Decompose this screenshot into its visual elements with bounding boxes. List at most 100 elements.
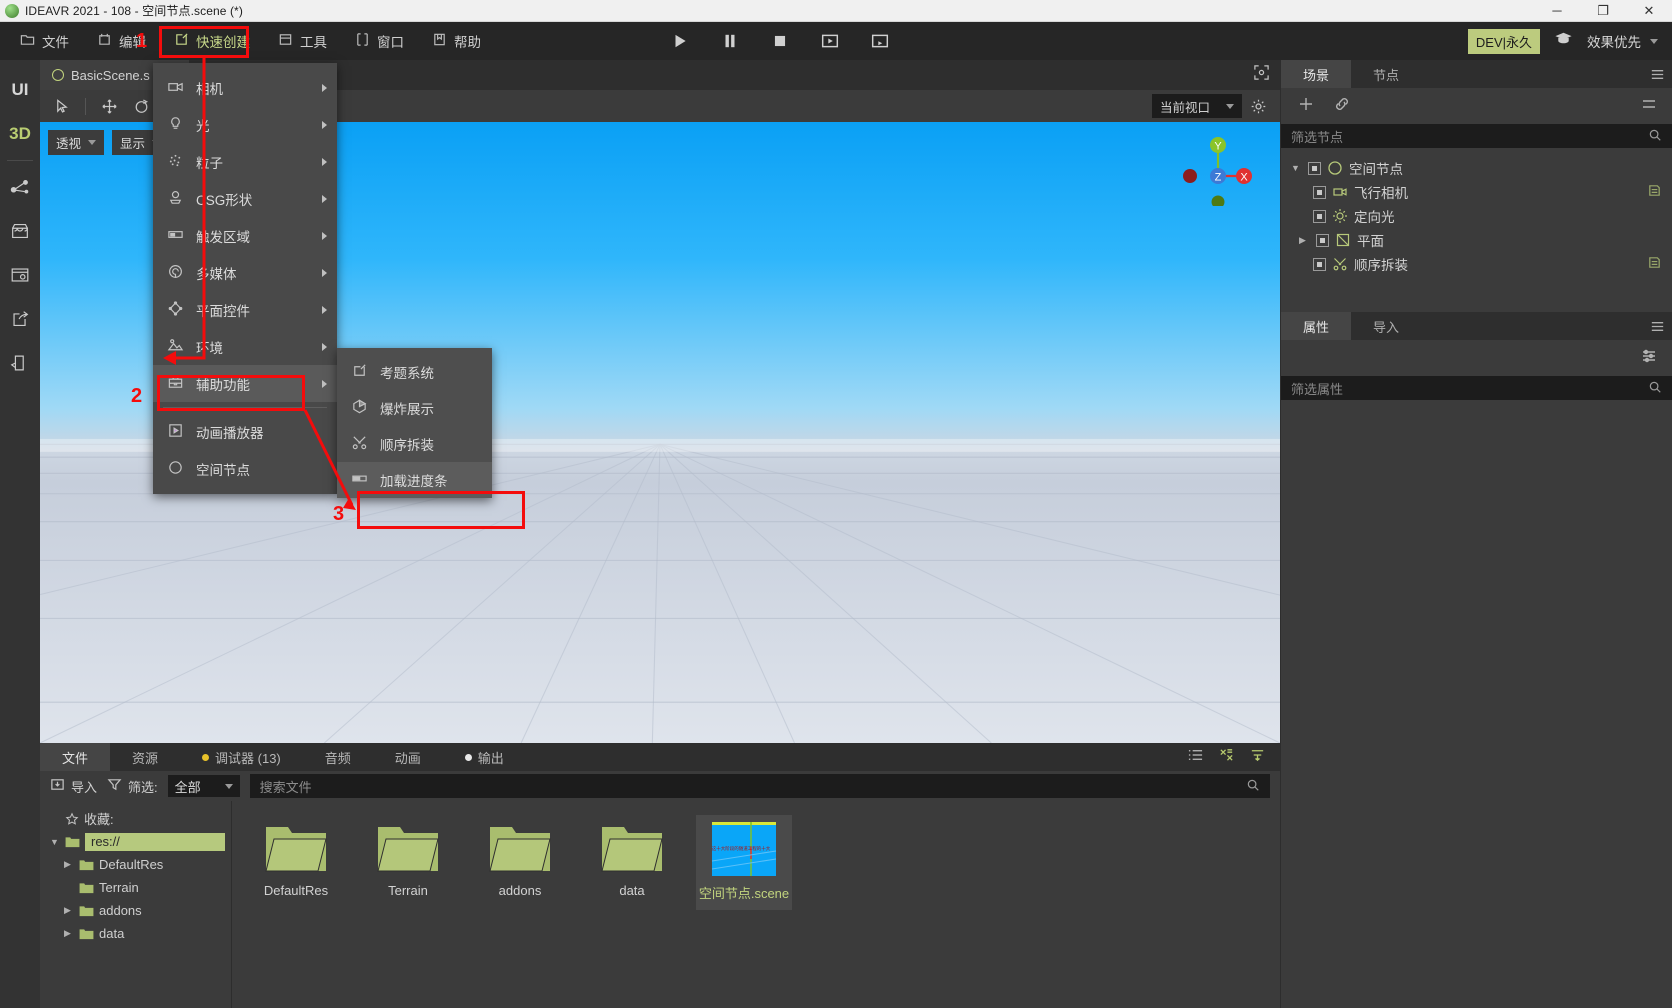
minimize-button[interactable]: ─	[1534, 0, 1580, 22]
grid-view-icon[interactable]	[1218, 747, 1235, 768]
sort-icon[interactable]	[1249, 747, 1266, 768]
panel-menu-button[interactable]	[1649, 60, 1672, 88]
rail-item-3d[interactable]: 3D	[0, 112, 40, 156]
play-custom-scene-icon[interactable]	[870, 31, 890, 51]
submenu-item-sequence-assembly[interactable]: 顺序拆装	[337, 426, 492, 462]
search-icon[interactable]	[1648, 380, 1662, 397]
dock-tab-output[interactable]: 输出	[443, 743, 526, 771]
menu-window[interactable]: 窗口	[341, 22, 418, 60]
node-row-sequence[interactable]: 顺序拆装	[1281, 252, 1672, 276]
menu-item-assist-function[interactable]: 辅助功能	[153, 365, 337, 402]
list-view-icon[interactable]	[1187, 747, 1204, 768]
tab-properties[interactable]: 属性	[1281, 312, 1352, 340]
menu-item-trigger-area[interactable]: 触发区域	[153, 217, 337, 254]
menu-quick-create[interactable]: 快速创建	[160, 22, 264, 60]
panel-overflow-icon[interactable]	[1640, 95, 1672, 118]
select-icon[interactable]	[48, 93, 76, 119]
dock-tab-debugger[interactable]: 调试器 (13)	[180, 743, 303, 771]
add-node-icon[interactable]	[1297, 95, 1315, 118]
chevron-right-icon[interactable]: ▶	[64, 859, 74, 870]
sliders-icon[interactable]	[1640, 347, 1672, 370]
menu-item-spatial-node[interactable]: 空间节点	[153, 450, 337, 487]
tab-import[interactable]: 导入	[1351, 312, 1421, 340]
menu-item-plane-widget[interactable]: 平面控件	[153, 291, 337, 328]
file-tree-item-data[interactable]: ▶ data	[40, 922, 231, 945]
play-icon[interactable]	[670, 31, 690, 51]
browser-settings-icon[interactable]	[0, 253, 40, 297]
node-row-light[interactable]: 定向光	[1281, 204, 1672, 228]
menu-help[interactable]: 帮助	[418, 22, 495, 60]
chevron-right-icon[interactable]: ▶	[64, 905, 74, 916]
rotate-icon[interactable]	[127, 93, 155, 119]
axis-gizmo[interactable]: Y X Z	[1178, 134, 1258, 206]
visibility-toggle[interactable]	[1313, 209, 1326, 223]
import-button[interactable]: 导入	[50, 777, 97, 796]
node-row-camera[interactable]: 飞行相机	[1281, 180, 1672, 204]
menu-item-animation-player[interactable]: 动画播放器	[153, 413, 337, 450]
play-scene-icon[interactable]	[820, 31, 840, 51]
menu-item-camera[interactable]: 相机	[153, 69, 337, 106]
panel-splitter[interactable]	[1281, 276, 1672, 312]
maximize-button[interactable]: ❐	[1580, 0, 1626, 22]
visibility-toggle[interactable]	[1316, 233, 1329, 247]
file-tree-item-res[interactable]: ▼ res://	[40, 830, 231, 853]
effect-priority-select[interactable]: 效果优先	[1587, 31, 1658, 51]
chevron-right-icon[interactable]: ▶	[1299, 235, 1310, 246]
store-icon[interactable]	[0, 209, 40, 253]
fullscreen-icon[interactable]	[1253, 64, 1270, 86]
visibility-toggle[interactable]	[1313, 257, 1326, 271]
menu-file[interactable]: 文件	[6, 22, 83, 60]
move-icon[interactable]	[95, 93, 123, 119]
search-icon[interactable]	[1246, 778, 1260, 795]
gear-icon[interactable]	[1244, 93, 1272, 119]
visibility-toggle[interactable]	[1308, 161, 1321, 175]
script-icon[interactable]	[1647, 255, 1672, 273]
search-icon[interactable]	[1648, 128, 1662, 145]
file-tree-item-defaultres[interactable]: ▶ DefaultRes	[40, 853, 231, 876]
dock-tab-resources[interactable]: 资源	[110, 743, 180, 771]
tab-node[interactable]: 节点	[1351, 60, 1421, 88]
dock-tab-animation[interactable]: 动画	[373, 743, 443, 771]
perspective-select[interactable]: 透视	[48, 130, 105, 155]
submenu-item-explode-view[interactable]: 爆炸展示	[337, 390, 492, 426]
menu-item-light[interactable]: 光	[153, 106, 337, 143]
file-item-data[interactable]: data	[584, 815, 680, 906]
file-search-input[interactable]: 搜索文件	[249, 774, 1270, 798]
menu-item-multimedia[interactable]: 多媒体	[153, 254, 337, 291]
share-export-icon[interactable]	[0, 297, 40, 341]
rail-item-ui[interactable]: UI	[0, 68, 40, 112]
file-item-defaultres[interactable]: DefaultRes	[248, 815, 344, 906]
file-item-scene[interactable]: 这十大阶段的隧道工程的十大 空间节点.scene	[696, 815, 792, 910]
close-button[interactable]: ✕	[1626, 0, 1672, 22]
node-filter-input[interactable]: 筛选节点	[1281, 124, 1672, 148]
menu-item-particle[interactable]: 粒子	[153, 143, 337, 180]
node-graph-icon[interactable]	[0, 165, 40, 209]
file-tree-item-terrain[interactable]: Terrain	[40, 876, 231, 899]
menu-item-csg-shape[interactable]: CSG形状	[153, 180, 337, 217]
file-tree-item-addons[interactable]: ▶ addons	[40, 899, 231, 922]
pause-icon[interactable]	[720, 31, 740, 51]
chevron-down-icon[interactable]: ▼	[1291, 163, 1302, 173]
dock-tab-files[interactable]: 文件	[40, 743, 111, 771]
node-row-spatial[interactable]: ▼ 空间节点	[1281, 156, 1672, 180]
file-item-terrain[interactable]: Terrain	[360, 815, 456, 906]
menu-item-environment[interactable]: 环境	[153, 328, 337, 365]
visibility-toggle[interactable]	[1313, 185, 1326, 199]
property-filter-input[interactable]: 筛选属性	[1281, 376, 1672, 400]
stop-icon[interactable]	[770, 31, 790, 51]
node-row-plane[interactable]: ▶ 平面	[1281, 228, 1672, 252]
link-icon[interactable]	[1333, 95, 1351, 118]
chevron-right-icon[interactable]: ▶	[64, 928, 74, 939]
dock-tab-audio[interactable]: 音频	[303, 743, 373, 771]
property-menu-button[interactable]	[1649, 312, 1672, 340]
viewport-select[interactable]: 当前视口	[1151, 94, 1242, 118]
submenu-item-exam-system[interactable]: 考题系统	[337, 354, 492, 390]
filter-select[interactable]: 全部	[167, 775, 240, 797]
chevron-down-icon[interactable]: ▼	[50, 837, 60, 847]
submenu-item-loading-progress-bar[interactable]: 加载进度条	[337, 462, 492, 498]
menu-edit[interactable]: 编辑	[83, 22, 160, 60]
import-door-icon[interactable]	[0, 341, 40, 385]
menu-tools[interactable]: 工具	[264, 22, 341, 60]
script-icon[interactable]	[1647, 183, 1672, 201]
tab-scene[interactable]: 场景	[1281, 60, 1352, 88]
